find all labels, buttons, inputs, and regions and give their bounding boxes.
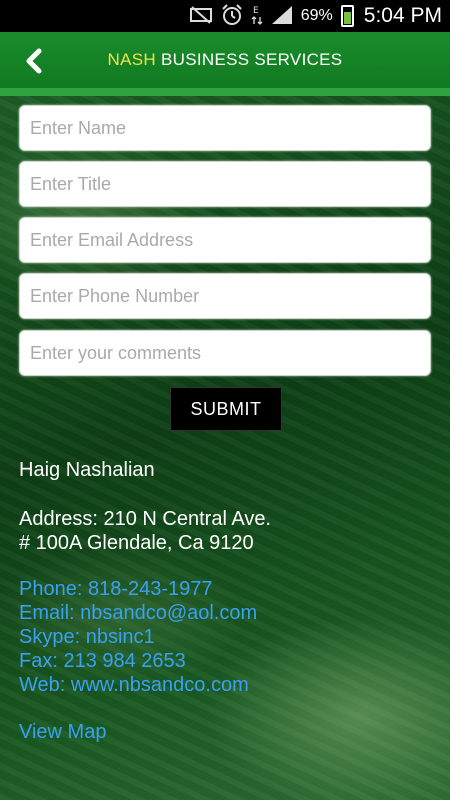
title-accent: NASH bbox=[107, 50, 156, 69]
title-field[interactable] bbox=[19, 161, 431, 207]
address-line-1: Address: 210 N Central Ave. bbox=[19, 508, 271, 530]
clock: 5:04 PM bbox=[363, 4, 442, 27]
battery-icon bbox=[340, 5, 354, 27]
email-field[interactable] bbox=[19, 217, 431, 263]
email-link[interactable]: Email: nbsandco@aol.com bbox=[19, 601, 257, 625]
header-stripe bbox=[0, 88, 450, 96]
submit-button[interactable]: SUBMIT bbox=[170, 387, 282, 431]
contact-name: Haig Nashalian bbox=[19, 459, 155, 481]
phone-field[interactable] bbox=[19, 273, 431, 319]
page-title: NASH BUSINESS SERVICES bbox=[108, 50, 343, 70]
address-line-2: # 100A Glendale, Ca 9120 bbox=[19, 532, 254, 554]
chevron-left-icon bbox=[26, 48, 42, 74]
phone-link[interactable]: Phone: 818-243-1977 bbox=[19, 577, 213, 601]
signal-icon bbox=[271, 5, 293, 28]
view-map-link[interactable]: View Map bbox=[19, 720, 106, 744]
back-button[interactable] bbox=[20, 47, 48, 75]
title-rest: BUSINESS SERVICES bbox=[155, 50, 343, 69]
web-link[interactable]: Web: www.nbsandco.com bbox=[19, 673, 249, 697]
battery-percent: 69% bbox=[300, 7, 333, 24]
data-icon: E bbox=[251, 4, 263, 29]
status-bar: E 69% 5:04 PM bbox=[0, 0, 450, 32]
app-header: NASH BUSINESS SERVICES bbox=[0, 32, 450, 88]
mute-icon bbox=[189, 5, 213, 28]
alarm-icon bbox=[221, 3, 243, 29]
fax-link[interactable]: Fax: 213 984 2653 bbox=[19, 649, 186, 673]
name-field[interactable] bbox=[19, 105, 431, 151]
svg-text:E: E bbox=[253, 6, 259, 16]
comments-field[interactable] bbox=[19, 330, 431, 376]
skype-link[interactable]: Skype: nbsinc1 bbox=[19, 625, 155, 649]
